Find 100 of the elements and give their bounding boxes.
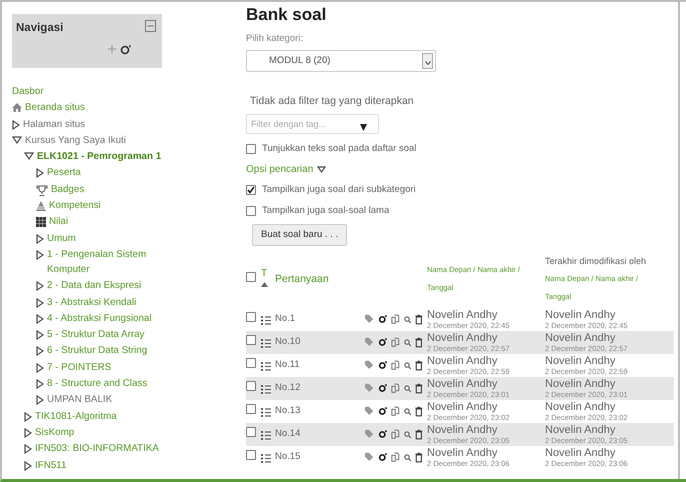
gear-icon[interactable] — [378, 314, 387, 325]
checkbox[interactable] — [246, 335, 256, 345]
trash-icon[interactable] — [415, 452, 423, 463]
search-icon[interactable] — [404, 406, 412, 417]
collapsed-triangle-icon[interactable] — [36, 281, 44, 292]
search-icon[interactable] — [404, 360, 412, 371]
search-icon[interactable] — [404, 452, 412, 463]
collapsed-triangle-icon[interactable] — [36, 362, 44, 373]
collapsed-triangle-icon[interactable] — [12, 120, 20, 130]
list-icon — [261, 408, 271, 418]
collapsed-triangle-icon[interactable] — [36, 250, 44, 260]
navigation-link[interactable]: 4 - Abstraksi Fungsional — [47, 310, 152, 326]
collapsed-triangle-icon[interactable] — [36, 346, 44, 356]
navigation-link[interactable]: 8 - Structure and Class — [47, 376, 148, 392]
gear-icon[interactable] — [378, 337, 387, 348]
checkbox[interactable] — [246, 404, 256, 414]
collapsed-triangle-icon[interactable] — [36, 395, 44, 406]
gear-icon[interactable] — [378, 429, 387, 440]
navigation-link[interactable]: ELK1021 - Pemrograman 1 — [37, 149, 162, 164]
navigation-link[interactable]: Badges — [51, 182, 84, 197]
collapsed-triangle-icon[interactable] — [24, 428, 32, 438]
collapsed-triangle-icon[interactable] — [24, 444, 32, 454]
checkbox[interactable] — [246, 312, 256, 322]
author-name: Novelin Andhy — [545, 332, 616, 344]
navigation-link[interactable]: Dasbor — [12, 84, 44, 99]
navigation-link[interactable]: 5 - Struktur Data Array — [47, 327, 144, 342]
checkbox[interactable] — [246, 427, 256, 437]
copy-icon[interactable] — [390, 406, 400, 417]
question-name: No.15 — [275, 446, 365, 469]
navigation-link[interactable]: 6 - Struktur Data String — [47, 343, 148, 358]
sort-ascending-icon — [261, 282, 268, 288]
gear-icon[interactable] — [378, 360, 387, 371]
caret-icon — [424, 60, 430, 65]
navigation-link[interactable]: Beranda situs — [25, 100, 85, 116]
navigation-item[interactable]: Halaman situs — [23, 116, 86, 132]
collapsed-triangle-icon[interactable] — [36, 298, 44, 308]
navigation-link[interactable]: 2 - Data dan Ekspresi — [47, 278, 142, 294]
gear-icon[interactable] — [378, 452, 387, 463]
collapsed-triangle-icon[interactable] — [36, 234, 44, 244]
expanded-triangle-icon[interactable] — [24, 152, 34, 160]
collapsed-triangle-icon[interactable] — [36, 330, 44, 340]
checkbox[interactable] — [246, 450, 256, 460]
checkbox[interactable] — [246, 144, 256, 154]
search-icon[interactable] — [404, 337, 412, 348]
collapsed-triangle-icon[interactable] — [24, 412, 32, 422]
checkbox[interactable] — [246, 185, 256, 196]
navigation-link[interactable]: 1 - Pengenalan Sistem Komputer — [47, 246, 177, 277]
copy-icon[interactable] — [390, 452, 400, 463]
navigation-link[interactable]: 3 - Abstraksi Kendali — [47, 294, 136, 310]
navigation-link[interactable]: IFN511 — [35, 458, 66, 473]
search-icon[interactable] — [404, 314, 412, 325]
question-name: No.12 — [275, 377, 365, 400]
collapsed-triangle-icon[interactable] — [36, 379, 44, 390]
question-sort-link[interactable]: Pertanyaan — [275, 273, 329, 285]
dock-icon[interactable] — [145, 20, 156, 32]
list-icon — [261, 431, 271, 440]
copy-icon[interactable] — [390, 360, 400, 371]
category-select[interactable]: MODUL 8 (20) — [246, 50, 436, 72]
list-icon — [261, 362, 271, 372]
list-icon — [261, 385, 271, 394]
trash-icon[interactable] — [415, 314, 423, 325]
navigation-link[interactable]: TIK1081-Algoritma — [35, 408, 117, 424]
collapsed-triangle-icon[interactable] — [36, 314, 44, 324]
copy-icon[interactable] — [390, 314, 400, 325]
create-question-button[interactable]: Buat soal baru . . . — [252, 224, 348, 246]
trash-icon[interactable] — [415, 360, 423, 371]
navigation-link[interactable]: Nilai — [49, 214, 68, 230]
navigation-item[interactable]: Kursus Yang Saya Ikuti — [25, 132, 126, 148]
trash-icon[interactable] — [415, 383, 423, 394]
trash-icon[interactable] — [415, 406, 423, 417]
copy-icon[interactable] — [390, 429, 400, 440]
copy-icon[interactable] — [390, 383, 400, 394]
navigation-link[interactable]: Umum — [47, 230, 76, 246]
collapsed-triangle-icon[interactable] — [36, 168, 44, 178]
gear-icon[interactable] — [378, 406, 387, 417]
question-name: No.13 — [275, 400, 365, 423]
author-name: Novelin Andhy — [427, 424, 498, 436]
collapsed-triangle-icon[interactable] — [24, 460, 32, 471]
search-options-link[interactable]: Opsi pencarian — [246, 162, 314, 178]
search-icon[interactable] — [404, 429, 412, 440]
trash-icon[interactable] — [415, 429, 423, 440]
checkbox[interactable] — [246, 381, 256, 391]
navigation-link[interactable]: Kompetensi — [49, 198, 101, 214]
type-sort-link[interactable]: T — [261, 268, 268, 279]
expanded-triangle-icon[interactable] — [12, 136, 22, 144]
navigation-link[interactable]: 7 - POINTERS — [47, 360, 112, 375]
navigation-link[interactable]: SisKomp — [35, 424, 74, 440]
navigation-item[interactable]: UMPAN BALIK — [47, 392, 112, 408]
gear-icon[interactable] — [120, 45, 132, 56]
checkbox[interactable] — [246, 206, 256, 216]
trash-icon[interactable] — [415, 337, 423, 348]
expanded-triangle-icon[interactable] — [317, 166, 326, 174]
checkbox[interactable] — [246, 358, 256, 368]
copy-icon[interactable] — [390, 337, 400, 348]
gear-icon[interactable] — [378, 383, 387, 394]
tag-filter-field[interactable]: Filter dengan tag... — [246, 114, 379, 134]
navigation-link[interactable]: Peserta — [47, 165, 81, 180]
checkbox[interactable] — [246, 272, 256, 282]
search-icon[interactable] — [404, 383, 412, 394]
navigation-link[interactable]: IFN503: BIO-INFORMATIKA — [35, 441, 159, 456]
